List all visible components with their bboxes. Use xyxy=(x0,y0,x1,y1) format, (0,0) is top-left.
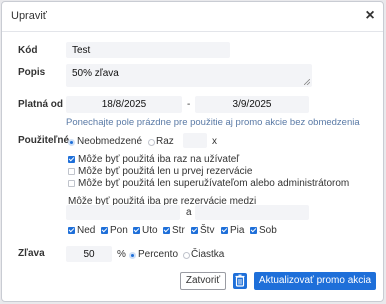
valid-to-date[interactable] xyxy=(195,96,309,113)
day-uto-label: Uto xyxy=(142,225,158,236)
discount-input[interactable] xyxy=(66,246,112,262)
usable-unlimited-radio[interactable] xyxy=(68,139,75,146)
description-value: 50% zľava xyxy=(72,68,119,79)
between-to-input[interactable] xyxy=(195,205,309,220)
description-textarea[interactable]: 50% zľava xyxy=(66,64,312,87)
valid-from-label: Platná od xyxy=(18,99,64,110)
discount-unit: % xyxy=(117,249,126,260)
day-pon-checkbox[interactable] xyxy=(101,227,108,234)
usable-label: Použiteľné xyxy=(18,135,70,146)
discount-label: Zľava xyxy=(18,248,45,259)
day-pia-checkbox[interactable] xyxy=(221,227,228,234)
day-stv-label: Štv xyxy=(200,225,215,236)
dialog-titlebar: Upraviť × xyxy=(2,2,383,32)
day-ned-checkbox[interactable] xyxy=(68,227,75,234)
description-label: Popis xyxy=(18,67,46,78)
option-first-reservation-checkbox[interactable] xyxy=(68,168,75,175)
day-stv-checkbox[interactable] xyxy=(191,227,198,234)
trash-icon xyxy=(235,274,245,287)
option-once-per-user-label: Môže byť použitá iba raz na užívateľ xyxy=(78,154,240,165)
day-ned-label: Ned xyxy=(77,225,96,236)
usable-once-radio[interactable] xyxy=(148,139,155,146)
code-label: Kód xyxy=(18,45,38,56)
close-icon[interactable]: × xyxy=(361,7,379,25)
between-and-label: a xyxy=(186,207,192,218)
usable-times-input[interactable] xyxy=(183,133,207,148)
option-first-reservation-label: Môže byť použitá len u prvej rezervácie xyxy=(78,166,253,177)
day-str-label: Str xyxy=(172,225,185,236)
close-button[interactable]: Zatvoriť xyxy=(180,272,226,290)
discount-percent-radio[interactable] xyxy=(129,252,136,259)
day-pia-label: Pia xyxy=(230,225,245,236)
day-uto-checkbox[interactable] xyxy=(133,227,140,234)
edit-promo-dialog: Upraviť × Kód Popis 50% zľava Platná od … xyxy=(1,1,384,302)
option-superuser-checkbox[interactable] xyxy=(68,180,75,187)
day-sob-checkbox[interactable] xyxy=(250,227,257,234)
option-once-per-user-checkbox[interactable] xyxy=(68,156,75,163)
discount-percent-label: Percento xyxy=(138,249,179,260)
delete-button[interactable] xyxy=(233,273,247,289)
day-pon-label: Pon xyxy=(110,225,128,236)
dialog-title: Upraviť xyxy=(11,10,47,22)
valid-hint: Ponechajte pole prázdne pre použitie aj … xyxy=(66,117,360,128)
usable-times-suffix: x xyxy=(212,136,217,147)
day-str-checkbox[interactable] xyxy=(163,227,170,234)
discount-amount-radio[interactable] xyxy=(183,252,190,259)
resize-handle-icon[interactable] xyxy=(304,79,310,85)
discount-amount-label: Čiastka xyxy=(191,249,225,260)
usable-once-label: Raz xyxy=(156,136,174,147)
usable-unlimited-label: Neobmedzené xyxy=(77,136,143,147)
between-from-input[interactable] xyxy=(66,205,180,220)
date-range-separator: - xyxy=(187,99,191,110)
update-promo-button[interactable]: Aktualizovať promo akcia xyxy=(254,272,376,290)
valid-from-date[interactable] xyxy=(66,96,182,113)
code-input[interactable] xyxy=(66,42,230,58)
option-superuser-label: Môže byť použitá len superužívateľom ale… xyxy=(78,178,350,189)
day-sob-label: Sob xyxy=(259,225,277,236)
